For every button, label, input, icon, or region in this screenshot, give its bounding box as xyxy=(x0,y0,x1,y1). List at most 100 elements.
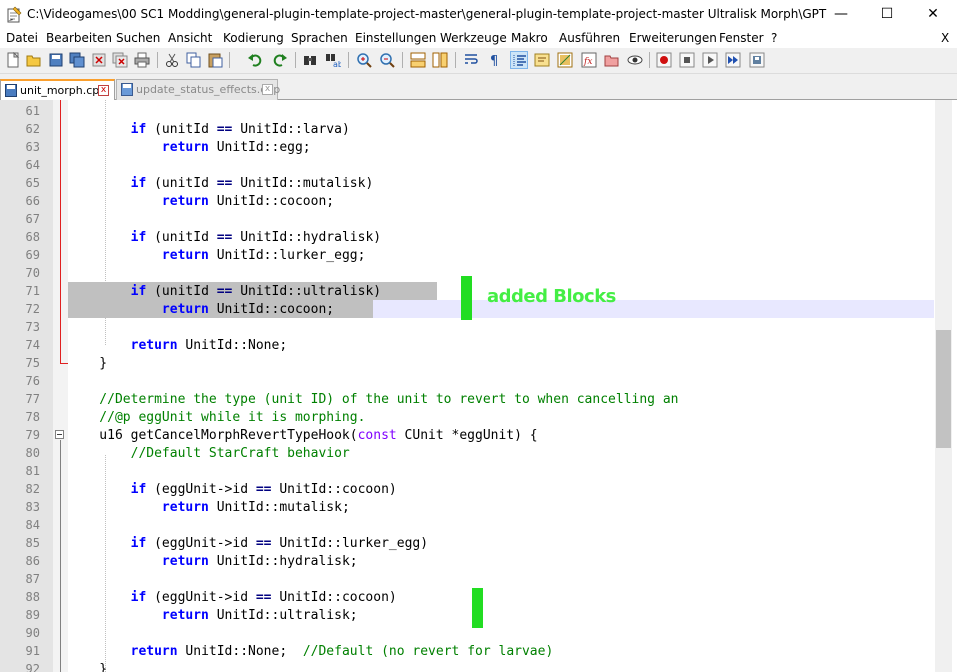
undo-icon[interactable] xyxy=(246,51,264,69)
code-line[interactable]: 62 if (unitId == UnitId::larva) xyxy=(0,120,935,138)
copy-icon[interactable] xyxy=(185,51,203,69)
paste-icon[interactable] xyxy=(206,51,224,69)
play-macro-icon[interactable] xyxy=(701,51,719,69)
code-line[interactable]: 90 xyxy=(0,624,935,642)
code-line[interactable]: 73 xyxy=(0,318,935,336)
code-line[interactable]: 91 return UnitId::None; //Default (no re… xyxy=(0,642,935,660)
menu-fenster[interactable]: Fenster xyxy=(719,31,764,45)
code-line[interactable]: 86 return UnitId::hydralisk; xyxy=(0,552,935,570)
code-line[interactable]: 76 xyxy=(0,372,935,390)
record-macro-icon[interactable] xyxy=(655,51,673,69)
code-line[interactable]: 61 xyxy=(0,102,935,120)
menu-bearbeiten[interactable]: Bearbeiten xyxy=(46,31,112,45)
menu-suchen[interactable]: Suchen xyxy=(116,31,160,45)
indent-guide-icon[interactable] xyxy=(510,51,528,69)
code-line[interactable]: 88 if (eggUnit->id == UnitId::cocoon) xyxy=(0,588,935,606)
run-macro-multiple-icon[interactable] xyxy=(724,51,742,69)
code-token: (eggUnit->id xyxy=(146,482,256,497)
menu-sprachen[interactable]: Sprachen xyxy=(291,31,348,45)
tab-update-status-effects-cpp[interactable]: update_status_effects.cpp x xyxy=(116,79,280,100)
line-number: 90 xyxy=(25,626,40,640)
code-text: return UnitId::None; xyxy=(68,338,288,354)
code-token: UnitId::hydralisk) xyxy=(232,230,382,245)
close-tab-icon[interactable]: x xyxy=(262,84,273,95)
code-token: return xyxy=(161,554,209,569)
code-editor[interactable]: 61 62 if (unitId == UnitId::larva) 63 retu… xyxy=(0,100,957,672)
code-line[interactable]: 68 if (unitId == UnitId::hydralisk) xyxy=(0,228,935,246)
menu-makro[interactable]: Makro xyxy=(511,31,548,45)
close-all-icon[interactable] xyxy=(111,51,129,69)
menu-kodierung[interactable]: Kodierung xyxy=(223,31,284,45)
scrollbar-thumb[interactable] xyxy=(936,330,951,448)
code-token: //Default StarCraft behavior xyxy=(68,446,350,461)
code-text: if (unitId == UnitId::hydralisk) xyxy=(68,230,381,246)
code-line[interactable]: 92 } xyxy=(0,660,935,672)
doc-map-icon[interactable] xyxy=(556,51,574,69)
code-line[interactable]: 66 return UnitId::cocoon; xyxy=(0,192,935,210)
code-token: UnitId::None; xyxy=(177,644,303,659)
code-line[interactable]: 89 return UnitId::ultralisk; xyxy=(0,606,935,624)
save-icon[interactable] xyxy=(47,51,65,69)
menu-datei[interactable]: Datei xyxy=(6,31,38,45)
code-line[interactable]: 74 return UnitId::None; xyxy=(0,336,935,354)
code-line[interactable]: 75 } xyxy=(0,354,935,372)
print-icon[interactable] xyxy=(133,51,151,69)
minimize-button[interactable]: — xyxy=(818,0,864,30)
new-file-icon[interactable] xyxy=(4,51,22,69)
sync-horizontal-icon[interactable] xyxy=(431,51,449,69)
code-token: if xyxy=(130,590,147,605)
maximize-button[interactable]: ☐ xyxy=(864,0,910,30)
close-file-icon[interactable] xyxy=(90,51,108,69)
replace-icon[interactable]: ab xyxy=(324,51,342,69)
show-all-chars-icon[interactable]: ¶ xyxy=(486,51,504,69)
code-line[interactable]: 87 xyxy=(0,570,935,588)
cut-icon[interactable] xyxy=(163,51,181,69)
menu-ausfuehren[interactable]: Ausführen xyxy=(559,31,620,45)
stop-macro-icon[interactable] xyxy=(678,51,696,69)
monitor-icon[interactable] xyxy=(626,51,644,69)
menu-erweiterungen[interactable]: Erweiterungen xyxy=(629,31,717,45)
maximize-icon: ☐ xyxy=(880,6,894,22)
code-token: UnitId::cocoon) xyxy=(271,590,397,605)
word-wrap-icon[interactable] xyxy=(463,51,481,69)
function-list-icon[interactable]: fx xyxy=(580,51,598,69)
code-line[interactable]: 78 //@p eggUnit while it is morphing. xyxy=(0,408,935,426)
menu-ansicht[interactable]: Ansicht xyxy=(168,31,212,45)
green-highlight-marker xyxy=(461,276,472,320)
save-macro-icon[interactable] xyxy=(748,51,766,69)
find-icon[interactable] xyxy=(301,51,319,69)
code-line[interactable]: 83 return UnitId::mutalisk; xyxy=(0,498,935,516)
code-line[interactable]: 65 if (unitId == UnitId::mutalisk) xyxy=(0,174,935,192)
folder-workspace-icon[interactable] xyxy=(603,51,621,69)
code-line[interactable]: 64 xyxy=(0,156,935,174)
menu-einstellungen[interactable]: Einstellungen xyxy=(355,31,436,45)
code-line[interactable]: 69 return UnitId::lurker_egg; xyxy=(0,246,935,264)
open-file-icon[interactable] xyxy=(25,51,43,69)
menu-werkzeuge[interactable]: Werkzeuge xyxy=(440,31,507,45)
menu-help[interactable]: ? xyxy=(771,31,777,45)
code-line[interactable]: 77 //Determine the type (unit ID) of the… xyxy=(0,390,935,408)
redo-icon[interactable] xyxy=(271,51,289,69)
code-line[interactable]: 84 xyxy=(0,516,935,534)
close-window-button[interactable]: ✕ xyxy=(910,0,956,30)
code-text: return UnitId::cocoon; xyxy=(68,194,334,210)
language-icon[interactable] xyxy=(533,51,551,69)
line-number: 65 xyxy=(25,176,40,190)
code-line[interactable]: 67 xyxy=(0,210,935,228)
zoom-in-icon[interactable] xyxy=(355,51,373,69)
code-line[interactable]: 81 xyxy=(0,462,935,480)
code-line[interactable]: 80 //Default StarCraft behavior xyxy=(0,444,935,462)
tab-unit-morph-cpp[interactable]: unit_morph.cpp x xyxy=(0,79,115,100)
close-document-button[interactable]: X xyxy=(941,31,949,45)
code-token: UnitId::mutalisk) xyxy=(232,176,374,191)
code-line[interactable]: 85 if (eggUnit->id == UnitId::lurker_egg… xyxy=(0,534,935,552)
sync-vertical-icon[interactable] xyxy=(409,51,427,69)
code-line[interactable]: 79 u16 getCancelMorphRevertTypeHook(cons… xyxy=(0,426,935,444)
code-line[interactable]: 63 return UnitId::egg; xyxy=(0,138,935,156)
save-all-icon[interactable] xyxy=(68,51,86,69)
code-line[interactable]: 82 if (eggUnit->id == UnitId::cocoon) xyxy=(0,480,935,498)
close-tab-icon[interactable]: x xyxy=(98,85,109,96)
zoom-out-icon[interactable] xyxy=(378,51,396,69)
